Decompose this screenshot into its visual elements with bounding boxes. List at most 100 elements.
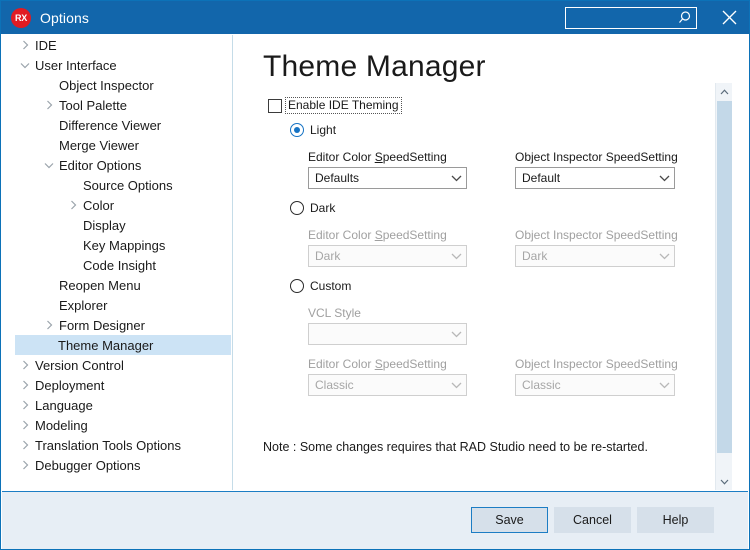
close-button[interactable]	[711, 1, 747, 34]
scrollbar-thumb[interactable]	[717, 101, 732, 453]
vcl-style-label: VCL Style	[308, 306, 361, 320]
sidebar-item-label: Reopen Menu	[59, 277, 141, 293]
sidebar-item-source-options[interactable]: Source Options	[2, 175, 231, 195]
chevron-down-icon[interactable]	[16, 62, 34, 69]
chevron-down-icon[interactable]	[40, 162, 58, 169]
custom-editor-color-combo: Classic	[308, 374, 467, 396]
window-title: Options	[40, 9, 89, 26]
close-icon	[722, 10, 736, 25]
sidebar-item-label: Object Inspector	[59, 77, 154, 93]
cancel-button[interactable]: Cancel	[554, 507, 631, 533]
custom-inspector-label: Object Inspector SpeedSetting	[515, 357, 678, 371]
sidebar-item-form-designer[interactable]: Form Designer	[2, 315, 231, 335]
sidebar-item-label: Theme Manager	[58, 337, 154, 353]
light-radio-label: Light	[310, 123, 337, 137]
chevron-right-icon[interactable]	[16, 380, 34, 390]
sidebar-item-theme-manager[interactable]: Theme Manager	[15, 335, 231, 355]
light-theme-section: Light Editor Color SpeedSetting Defaults…	[233, 123, 714, 189]
sidebar-item-ide[interactable]: IDE	[2, 35, 231, 55]
light-inspector-combo[interactable]: Default	[515, 167, 675, 189]
search-box[interactable]	[565, 6, 697, 29]
dialog-footer: Save Cancel Help	[2, 491, 748, 549]
sidebar-item-debugger-options[interactable]: Debugger Options	[2, 455, 231, 475]
sidebar-item-label: Debugger Options	[35, 457, 141, 473]
sidebar-item-tool-palette[interactable]: Tool Palette	[2, 95, 231, 115]
custom-inspector-combo: Classic	[515, 374, 675, 396]
sidebar-item-editor-options[interactable]: Editor Options	[2, 155, 231, 175]
panel-scrollbar[interactable]	[715, 83, 732, 490]
scroll-up-button[interactable]	[716, 83, 732, 100]
sidebar-item-user-interface[interactable]: User Interface	[2, 55, 231, 75]
vcl-style-combo	[308, 323, 467, 345]
sidebar-item-reopen-menu[interactable]: Reopen Menu	[2, 275, 231, 295]
dark-inspector-value: Dark	[522, 249, 548, 263]
chevron-down-icon	[654, 382, 674, 389]
chevron-right-icon[interactable]	[16, 360, 34, 370]
chevron-right-icon[interactable]	[40, 320, 58, 330]
dark-radio-label: Dark	[310, 201, 336, 215]
sidebar-item-code-insight[interactable]: Code Insight	[2, 255, 231, 275]
sidebar-item-label: Form Designer	[59, 317, 145, 333]
sidebar-item-color[interactable]: Color	[2, 195, 231, 215]
light-editor-color-combo[interactable]: Defaults	[308, 167, 467, 189]
sidebar-item-label: Tool Palette	[59, 97, 127, 113]
sidebar-item-label: User Interface	[35, 57, 117, 73]
chevron-right-icon[interactable]	[16, 420, 34, 430]
sidebar-item-deployment[interactable]: Deployment	[2, 375, 231, 395]
chevron-right-icon[interactable]	[16, 440, 34, 450]
dark-theme-section: Dark Editor Color SpeedSetting Dark Obje…	[233, 201, 714, 267]
light-inspector-value: Default	[522, 171, 561, 185]
dark-inspector-label: Object Inspector SpeedSetting	[515, 228, 678, 242]
custom-radio[interactable]	[290, 279, 304, 293]
sidebar-item-key-mappings[interactable]: Key Mappings	[2, 235, 231, 255]
chevron-right-icon[interactable]	[16, 400, 34, 410]
sidebar-item-object-inspector[interactable]: Object Inspector	[2, 75, 231, 95]
sidebar-item-display[interactable]: Display	[2, 215, 231, 235]
custom-editor-color-value: Classic	[315, 378, 354, 392]
chevron-down-icon	[720, 479, 728, 485]
sidebar-item-label: Explorer	[59, 297, 108, 313]
custom-radio-row[interactable]: Custom	[290, 279, 714, 293]
help-button[interactable]: Help	[637, 507, 714, 533]
settings-tree[interactable]: IDE User Interface Object Inspector Tool Pa…	[2, 35, 231, 490]
chevron-down-icon	[446, 382, 466, 389]
enable-ide-theming-row[interactable]: Enable IDE Theming	[268, 97, 402, 114]
dark-editor-color-value: Dark	[315, 249, 341, 263]
light-editor-color-value: Defaults	[315, 171, 360, 185]
sidebar-item-difference-viewer[interactable]: Difference Viewer	[2, 115, 231, 135]
chevron-right-icon[interactable]	[16, 460, 34, 470]
chevron-down-icon	[654, 175, 674, 182]
scroll-down-button[interactable]	[716, 473, 732, 490]
chevron-right-icon[interactable]	[16, 40, 34, 50]
custom-radio-label: Custom	[310, 279, 352, 293]
chevron-right-icon[interactable]	[40, 100, 58, 110]
sidebar-item-merge-viewer[interactable]: Merge Viewer	[2, 135, 231, 155]
sidebar-item-label: Merge Viewer	[59, 137, 139, 153]
sidebar-item-version-control[interactable]: Version Control	[2, 355, 231, 375]
chevron-right-icon[interactable]	[64, 200, 82, 210]
sidebar-item-explorer[interactable]: Explorer	[2, 295, 231, 315]
chevron-up-icon	[720, 88, 728, 94]
page-title: Theme Manager	[263, 50, 486, 83]
sidebar-item-label: Deployment	[35, 377, 105, 393]
save-button[interactable]: Save	[471, 507, 548, 533]
sidebar-item-label: Version Control	[35, 357, 124, 373]
options-dialog-window: RX Options IDE User Interface Object Inspe…	[0, 0, 750, 550]
light-radio[interactable]	[290, 123, 304, 137]
enable-ide-theming-checkbox[interactable]	[268, 98, 282, 113]
sidebar-item-label: Difference Viewer	[59, 117, 162, 133]
sidebar-item-label: Language	[35, 397, 93, 413]
light-radio-row[interactable]: Light	[290, 123, 714, 137]
dark-editor-color-label: Editor Color SpeedSetting	[308, 228, 447, 242]
sidebar-item-translation-tools-options[interactable]: Translation Tools Options	[2, 435, 231, 455]
custom-inspector-value: Classic	[522, 378, 561, 392]
sidebar-item-modeling[interactable]: Modeling	[2, 415, 231, 435]
custom-editor-color-label: Editor Color SpeedSetting	[308, 357, 447, 371]
rx-logo-icon: RX	[11, 7, 31, 28]
sidebar-item-label: Editor Options	[59, 157, 142, 173]
search-input[interactable]	[570, 10, 675, 25]
dark-radio-row[interactable]: Dark	[290, 201, 714, 215]
dark-radio[interactable]	[290, 201, 304, 215]
sidebar-item-language[interactable]: Language	[2, 395, 231, 415]
sidebar-item-label: Modeling	[35, 417, 88, 433]
